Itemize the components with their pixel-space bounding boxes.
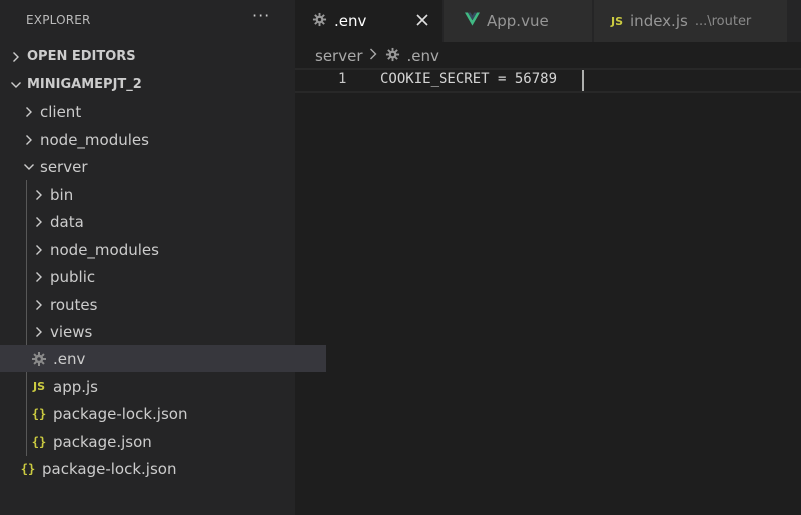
- tree-item-label: bin: [50, 185, 74, 204]
- tree-file-package-json[interactable]: {} package.json: [0, 428, 326, 455]
- text-cursor: [582, 70, 584, 91]
- chevron-right-icon: [368, 47, 378, 65]
- tab-label: index.js: [630, 12, 688, 30]
- javascript-icon: JS: [611, 14, 624, 28]
- explorer-header: EXPLORER ···: [0, 0, 295, 42]
- project-section[interactable]: MINIGAMEPJT_2: [0, 71, 303, 98]
- code-line[interactable]: COOKIE_SECRET = 56789: [380, 71, 557, 87]
- tab-bar: .env App.vue JS index.js ...\router: [295, 0, 801, 42]
- tree-item-label: routes: [50, 295, 98, 314]
- tree-item-label: app.js: [53, 377, 98, 396]
- breadcrumb-file[interactable]: .env: [385, 47, 439, 66]
- tree-item-label: node_modules: [40, 130, 149, 149]
- explorer-sidebar: EXPLORER ··· OPEN EDITORS MINIGAMEPJT_2 …: [0, 0, 326, 515]
- gear-icon: [312, 12, 327, 31]
- tree-folder-data[interactable]: data: [0, 208, 326, 235]
- chevron-right-icon: [31, 214, 47, 230]
- tree-folder-server[interactable]: server: [0, 153, 316, 180]
- tree-item-label: views: [50, 322, 93, 341]
- vscode-window: EXPLORER ··· OPEN EDITORS MINIGAMEPJT_2 …: [0, 0, 801, 515]
- line-number: 1: [338, 71, 347, 87]
- tree-folder-bin[interactable]: bin: [0, 181, 326, 208]
- tab-env[interactable]: .env: [295, 0, 443, 42]
- chevron-right-icon: [31, 297, 47, 313]
- chevron-right-icon: [21, 132, 37, 148]
- tree-folder-client[interactable]: client: [0, 98, 316, 125]
- close-icon[interactable]: [414, 12, 430, 28]
- json-icon: {}: [31, 434, 47, 449]
- tree-item-label: .env: [53, 349, 86, 368]
- explorer-title: EXPLORER: [26, 13, 91, 27]
- gear-icon: [385, 47, 400, 66]
- tree-folder-routes[interactable]: routes: [0, 291, 326, 318]
- chevron-right-icon: [31, 269, 47, 285]
- chevron-right-icon: [31, 324, 47, 340]
- tab-label: App.vue: [487, 12, 549, 30]
- more-actions-icon[interactable]: ···: [252, 6, 270, 25]
- tree-item-label: client: [40, 102, 82, 121]
- tree-item-label: node_modules: [50, 240, 159, 259]
- tree-item-label: server: [40, 157, 88, 176]
- chevron-right-icon: [31, 187, 47, 203]
- breadcrumb: server .env: [315, 45, 439, 67]
- tab-app-vue[interactable]: App.vue: [444, 0, 593, 42]
- tree-folder-server-node-modules[interactable]: node_modules: [0, 236, 326, 263]
- open-editors-label: OPEN EDITORS: [27, 49, 136, 64]
- tree-item-label: data: [50, 212, 84, 231]
- tree-file-package-lock-json[interactable]: {} package-lock.json: [0, 455, 315, 482]
- tab-label: .env: [334, 12, 367, 30]
- vue-icon: [465, 12, 480, 30]
- breadcrumb-file-label: .env: [406, 47, 439, 65]
- tree-folder-node-modules[interactable]: node_modules: [0, 126, 316, 153]
- chevron-right-icon: [21, 104, 37, 120]
- json-icon: {}: [20, 461, 36, 476]
- tree-file-env[interactable]: .env: [0, 345, 326, 372]
- open-editors-section[interactable]: OPEN EDITORS: [0, 43, 303, 70]
- tab-index-js[interactable]: JS index.js ...\router: [594, 0, 788, 42]
- tree-item-label: package-lock.json: [42, 459, 177, 478]
- breadcrumb-folder[interactable]: server: [315, 47, 362, 65]
- tab-description: ...\router: [694, 13, 752, 29]
- json-icon: {}: [31, 406, 47, 421]
- chevron-down-icon: [8, 77, 24, 93]
- chevron-right-icon: [8, 49, 24, 65]
- tree-item-label: public: [50, 267, 96, 286]
- chevron-right-icon: [31, 242, 47, 258]
- chevron-down-icon: [21, 159, 37, 175]
- tree-file-server-package-lock-json[interactable]: {} package-lock.json: [0, 400, 326, 427]
- tree-folder-views[interactable]: views: [0, 318, 326, 345]
- javascript-icon: JS: [32, 380, 45, 393]
- tree-item-label: package.json: [53, 432, 152, 451]
- gear-icon: [31, 351, 47, 367]
- project-label: MINIGAMEPJT_2: [27, 77, 142, 92]
- tree-folder-public[interactable]: public: [0, 263, 326, 290]
- tree-item-label: package-lock.json: [53, 404, 188, 423]
- tree-file-app-js[interactable]: JS app.js: [0, 373, 326, 400]
